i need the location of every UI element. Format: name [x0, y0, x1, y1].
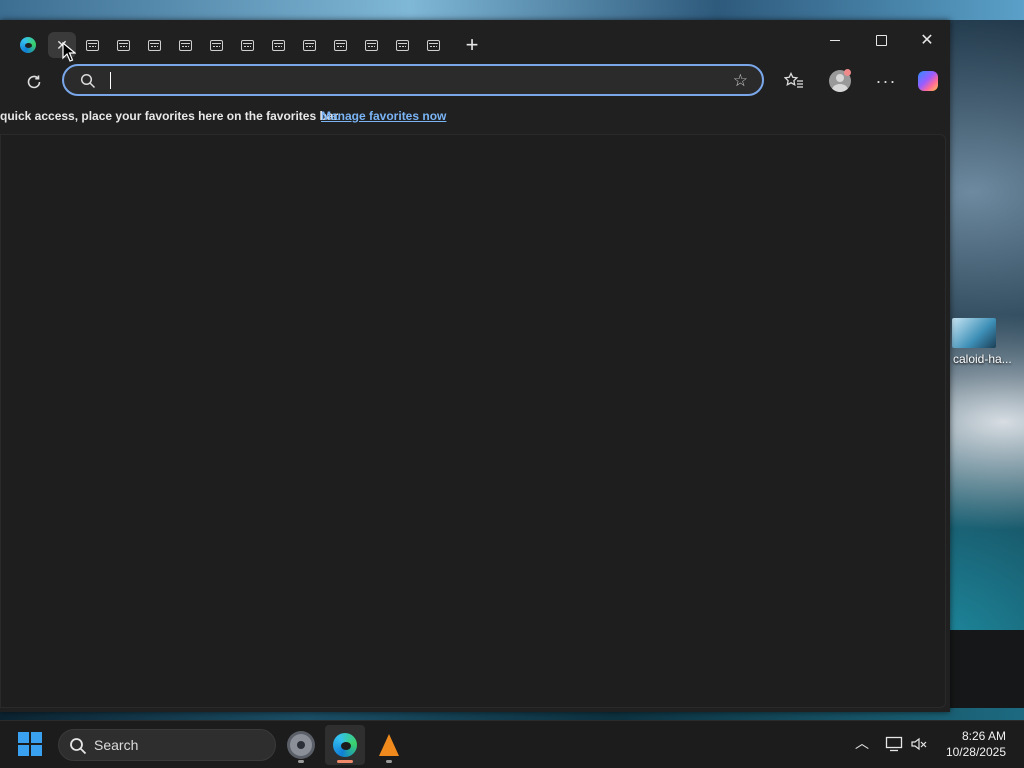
favorites-bar: quick access, place your favorites here … [0, 104, 950, 132]
show-hidden-icons-chevron-icon[interactable]: ︿ [855, 733, 869, 753]
tab-page[interactable] [326, 32, 354, 58]
taskbar-clock[interactable]: 8:26 AM 10/28/2025 [946, 728, 1006, 760]
copilot-icon [918, 71, 938, 91]
page-icon [178, 39, 192, 51]
tab-page[interactable] [295, 32, 323, 58]
edge-icon [333, 733, 357, 757]
page-icon [333, 39, 347, 51]
refresh-icon [27, 75, 41, 89]
desktop-file-label: caloid-ha... [953, 352, 1012, 366]
tab-page[interactable] [357, 32, 385, 58]
page-icon [426, 39, 440, 51]
volume-muted-icon[interactable] [910, 735, 928, 753]
start-button[interactable] [18, 732, 44, 758]
favorites-list-icon [784, 72, 803, 88]
refresh-button[interactable] [20, 68, 48, 96]
page-icon [364, 39, 378, 51]
favorite-star-icon[interactable]: ☆ [733, 71, 748, 91]
vlc-cone-icon [379, 734, 399, 756]
windows-logo-icon [18, 732, 29, 743]
tab-page[interactable] [233, 32, 261, 58]
more-icon: ··· [875, 70, 897, 91]
wallpaper-top-strip [0, 0, 1024, 20]
page-icon [395, 39, 409, 51]
windows-logo-pane [18, 745, 29, 756]
page-icon [209, 39, 223, 51]
clock-time: 8:26 AM [961, 729, 1006, 743]
page-icon [271, 39, 285, 51]
minimize-button[interactable] [812, 24, 858, 56]
network-icon[interactable] [885, 735, 903, 753]
taskbar-search-label: Search [94, 737, 139, 753]
page-icon [147, 39, 161, 51]
clock-date: 10/28/2025 [945, 745, 1006, 759]
page-icon [116, 39, 130, 51]
tab-strip: ✕ + ✕ [0, 20, 950, 64]
new-tab-button[interactable]: + [458, 32, 486, 58]
favorites-button[interactable] [779, 66, 809, 96]
taskbar-search[interactable]: Search [58, 729, 276, 761]
search-icon [80, 73, 96, 89]
edge-icon [20, 37, 36, 53]
settings-gear-icon [290, 734, 312, 756]
tab-page[interactable] [78, 32, 106, 58]
taskbar-vlc-app[interactable] [369, 725, 409, 765]
windows-logo-pane [31, 745, 42, 756]
manage-favorites-link[interactable]: Manage favorites now [321, 104, 446, 128]
address-bar[interactable]: ☆ [62, 64, 764, 96]
browser-window: ✕ + ✕ ☆ ··· quick access, place your fav… [0, 20, 950, 712]
wallpaper-dark-area [950, 630, 1024, 708]
tab-page[interactable] [202, 32, 230, 58]
maximize-button[interactable] [858, 24, 904, 56]
page-icon [85, 39, 99, 51]
app-running-indicator [298, 760, 304, 763]
page-content [0, 134, 946, 708]
tab-page[interactable] [171, 32, 199, 58]
tab-page[interactable] [140, 32, 168, 58]
more-options-button[interactable]: ··· [871, 66, 901, 96]
profile-button[interactable] [825, 66, 855, 96]
tab-page[interactable] [388, 32, 416, 58]
windows-logo-pane [31, 732, 42, 743]
page-icon [240, 39, 254, 51]
mouse-pointer-icon [62, 42, 76, 62]
close-window-button[interactable]: ✕ [904, 24, 950, 56]
tab-edge[interactable] [14, 32, 42, 58]
taskbar-settings-app[interactable] [281, 725, 321, 765]
address-input[interactable] [108, 69, 712, 93]
app-active-indicator [337, 760, 353, 763]
app-running-indicator [386, 760, 392, 763]
browser-toolbar: ☆ ··· [0, 64, 950, 104]
tab-page[interactable] [419, 32, 447, 58]
tab-page[interactable] [264, 32, 292, 58]
search-icon [70, 738, 87, 755]
file-thumbnail [952, 318, 996, 348]
page-icon [302, 39, 316, 51]
desktop-file-icon[interactable]: caloid-ha... [950, 316, 1024, 376]
taskbar: Search ︿ 8:26 AM 10/28/2025 [0, 720, 1024, 768]
copilot-button[interactable] [913, 66, 943, 96]
profile-status-dot [844, 69, 851, 76]
favorites-bar-message: quick access, place your favorites here … [0, 109, 341, 123]
taskbar-edge-app[interactable] [325, 725, 365, 765]
tab-page[interactable] [109, 32, 137, 58]
